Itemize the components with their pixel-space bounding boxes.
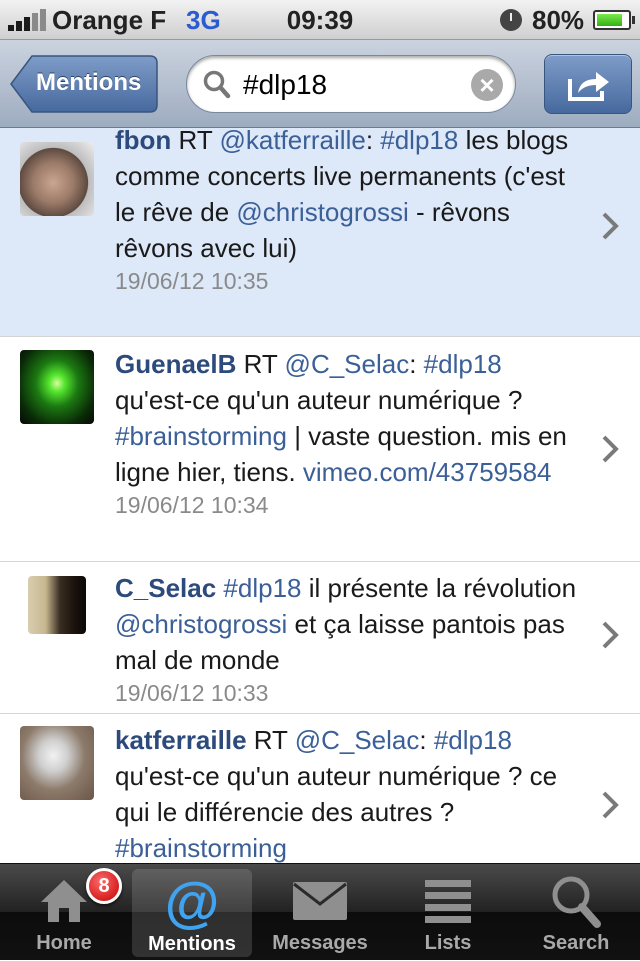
tab-mentions[interactable]: @ Mentions — [132, 869, 252, 957]
tweet-link[interactable]: #dlp18 — [434, 725, 512, 755]
tweet-text: qu'est-ce qu'un auteur numérique ? — [115, 385, 523, 415]
tweet-timestamp: 19/06/12 10:35 — [115, 268, 269, 294]
home-icon — [41, 880, 87, 922]
tab-home[interactable]: 8 Home — [0, 864, 128, 961]
tweet-link[interactable]: @christogrossi — [115, 609, 287, 639]
list-icon — [425, 880, 471, 923]
tab-label: Messages — [272, 932, 368, 954]
notification-badge: 8 — [86, 868, 122, 904]
share-button[interactable] — [544, 54, 632, 114]
tweet-row[interactable]: GuenaelB RT @C_Selac: #dlp18 qu'est-ce q… — [0, 337, 640, 562]
tweet-link[interactable]: vimeo.com/43759584 — [303, 457, 552, 487]
chevron-right-icon — [602, 791, 619, 819]
tweet-row[interactable]: fbon RT @katferraille: #dlp18 les blogs … — [0, 128, 640, 337]
tweet-username[interactable]: fbon — [115, 128, 171, 155]
tweet-link[interactable]: #dlp18 — [223, 573, 301, 603]
avatar — [20, 142, 94, 216]
tweet-link[interactable]: @christogrossi — [236, 197, 408, 227]
tweet-link[interactable]: @katferraille — [219, 128, 365, 155]
tweet-content: katferraille RT @C_Selac: #dlp18 qu'est-… — [115, 722, 585, 863]
tweet-text: qu'est-ce qu'un auteur numérique ? ce qu… — [115, 761, 558, 827]
tweet-link[interactable]: @C_Selac — [285, 349, 410, 379]
tweet-text: : — [409, 349, 424, 379]
battery-icon — [593, 10, 635, 30]
chevron-right-icon — [602, 621, 619, 649]
tweet-username[interactable]: katferraille — [115, 725, 247, 755]
avatar — [20, 350, 94, 424]
tweet-username[interactable]: C_Selac — [115, 573, 216, 603]
tab-bar: 8 Home @ Mentions Messages Lists Search — [0, 863, 640, 960]
chevron-right-icon — [602, 435, 619, 463]
chevron-right-icon — [602, 212, 619, 240]
tweet-row[interactable]: katferraille RT @C_Selac: #dlp18 qu'est-… — [0, 714, 640, 863]
tweet-list[interactable]: fbon RT @katferraille: #dlp18 les blogs … — [0, 128, 640, 863]
tweet-content: C_Selac #dlp18 il présente la révolution… — [115, 570, 585, 708]
tweet-text: : — [365, 128, 381, 155]
battery-percent: 80% — [532, 5, 585, 35]
tweet-link[interactable]: @C_Selac — [295, 725, 420, 755]
tab-label: Mentions — [148, 933, 236, 955]
tweet-content: fbon RT @katferraille: #dlp18 les blogs … — [115, 128, 585, 296]
tweet-text: RT — [246, 725, 295, 755]
tweet-text: : — [419, 725, 434, 755]
tab-search[interactable]: Search — [512, 864, 640, 961]
tweet-link[interactable]: #brainstorming — [115, 421, 287, 451]
search-icon — [552, 876, 601, 928]
search-input[interactable] — [243, 66, 463, 104]
avatar — [28, 576, 86, 634]
avatar — [20, 726, 94, 800]
back-button[interactable]: Mentions — [10, 54, 158, 114]
clear-search-icon[interactable]: × — [471, 69, 503, 101]
back-button-label: Mentions — [36, 69, 142, 96]
tweet-content: GuenaelB RT @C_Selac: #dlp18 qu'est-ce q… — [115, 346, 585, 520]
at-icon: @ — [165, 875, 220, 931]
tweet-username[interactable]: GuenaelB — [115, 349, 236, 379]
alarm-clock-icon — [500, 9, 522, 31]
magnifier-icon — [203, 70, 231, 99]
tab-label: Lists — [424, 932, 472, 954]
tweet-text: RT — [236, 349, 285, 379]
tab-lists[interactable]: Lists — [384, 864, 512, 961]
share-arrow-icon — [568, 72, 609, 101]
tweet-link[interactable]: #brainstorming — [115, 833, 287, 863]
status-bar: Orange F 3G 09:39 80% — [0, 0, 640, 40]
tweet-link[interactable]: #dlp18 — [380, 128, 458, 155]
envelope-icon — [293, 882, 347, 920]
tweet-timestamp: 19/06/12 10:34 — [115, 492, 269, 518]
svg-text:@: @ — [165, 875, 220, 931]
tweet-text: RT — [171, 128, 220, 155]
tweet-timestamp: 19/06/12 10:33 — [115, 680, 269, 706]
tweet-row[interactable]: C_Selac #dlp18 il présente la révolution… — [0, 562, 640, 714]
navigation-bar: Mentions × — [0, 40, 640, 128]
tab-label: Search — [542, 932, 610, 954]
tab-label: Home — [36, 932, 92, 954]
search-field[interactable]: × — [186, 55, 516, 113]
tweet-link[interactable]: #dlp18 — [424, 349, 502, 379]
tweet-text: il présente la révolution — [301, 573, 577, 603]
tab-messages[interactable]: Messages — [256, 864, 384, 961]
